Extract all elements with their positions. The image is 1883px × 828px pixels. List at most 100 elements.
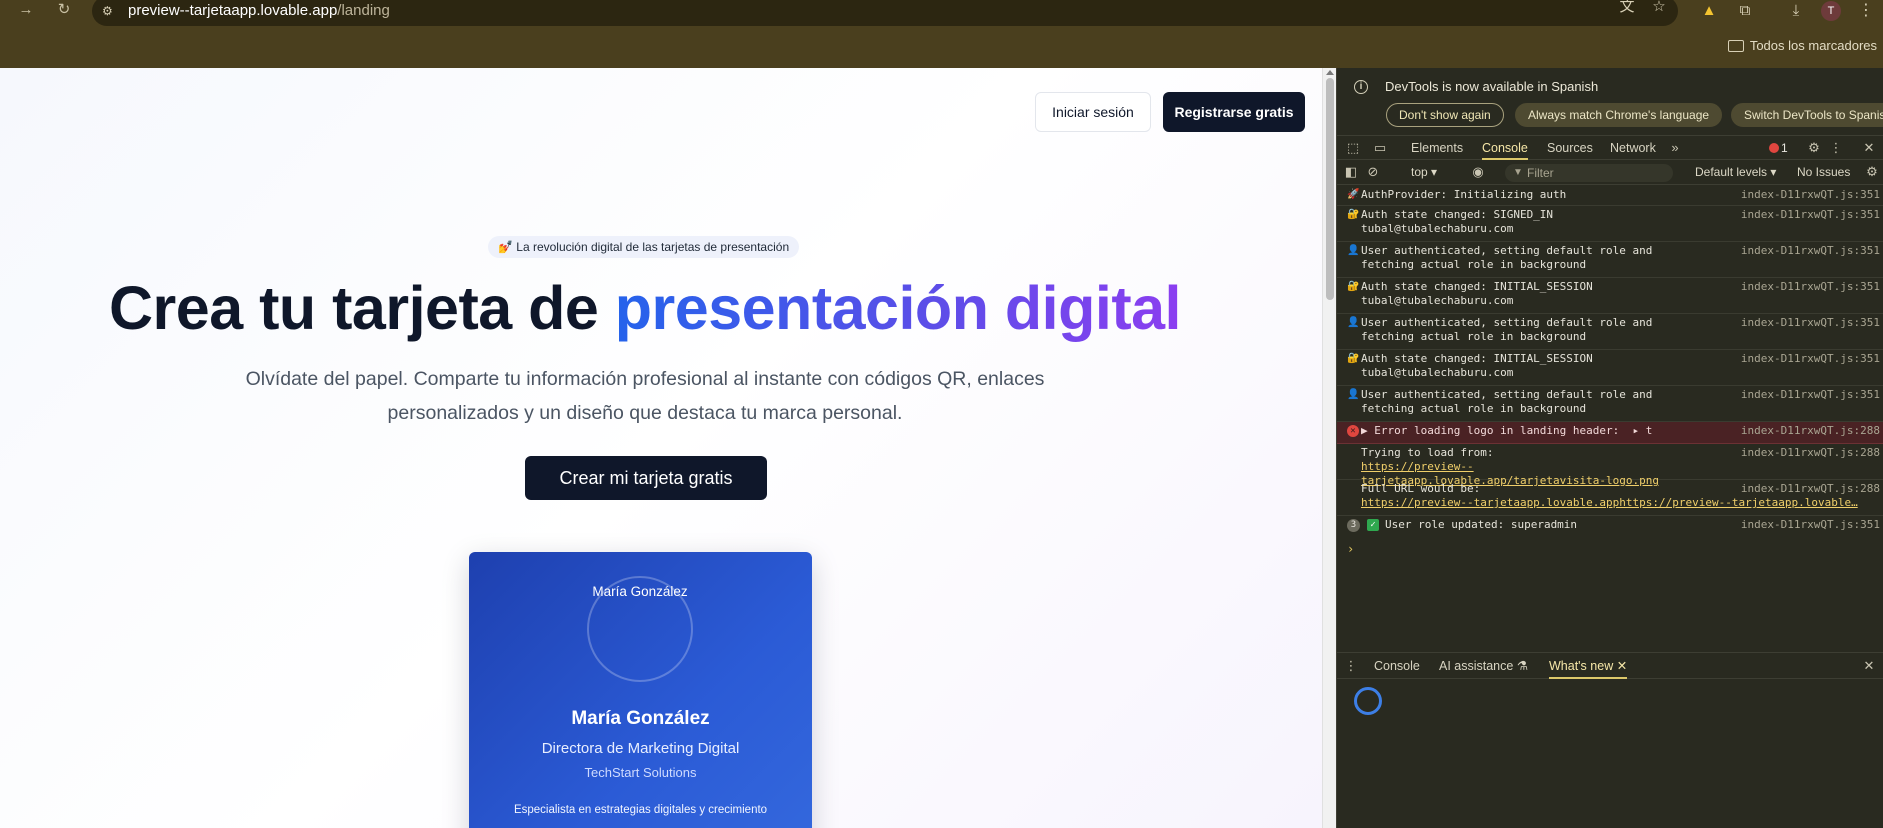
address-bar[interactable]: ⚙ preview--tarjetaapp.lovable.app/landin…: [92, 0, 1678, 26]
console-log-entry[interactable]: 🔐 Auth state changed: INITIAL_SESSION tu…: [1337, 350, 1883, 386]
console-settings-icon[interactable]: ⚙: [1864, 164, 1880, 180]
lock-icon: 🔐: [1347, 281, 1360, 292]
log-source-link[interactable]: index-D11rxwQT.js:351: [1720, 388, 1880, 402]
console-log-entry[interactable]: 👤 User authenticated, setting default ro…: [1337, 314, 1883, 350]
register-button[interactable]: Registrarse gratis: [1163, 92, 1305, 132]
hero-title-plain: Crea tu tarjeta de: [108, 274, 615, 342]
log-source-link[interactable]: index-D11rxwQT.js:288: [1720, 446, 1880, 460]
inspect-element-icon[interactable]: ⬚: [1345, 140, 1361, 156]
log-source-link[interactable]: index-D11rxwQT.js:351: [1720, 518, 1880, 532]
reload-icon[interactable]: ↻: [52, 0, 76, 22]
close-devtools-icon[interactable]: ✕: [1861, 140, 1877, 156]
switch-language-button[interactable]: Switch DevTools to Spanish: [1731, 103, 1883, 127]
log-message: User role updated: superadmin: [1385, 518, 1578, 531]
tab-sources[interactable]: Sources: [1547, 136, 1593, 160]
console-log-entry[interactable]: 🚀 AuthProvider: Initializing auth index-…: [1337, 186, 1883, 206]
translate-icon[interactable]: 文: [1616, 0, 1638, 16]
close-tab-icon[interactable]: ✕: [1617, 659, 1627, 673]
log-source-link[interactable]: index-D11rxwQT.js:288: [1720, 424, 1880, 438]
profile-avatar[interactable]: T: [1821, 1, 1841, 21]
filter-input[interactable]: ▼ Filter: [1505, 164, 1673, 182]
console-log-entry[interactable]: 👤 User authenticated, setting default ro…: [1337, 386, 1883, 422]
flask-icon: ⚗: [1516, 659, 1529, 673]
landing-page: Iniciar sesión Registrarse gratis 💅 La r…: [0, 68, 1322, 828]
tab-elements[interactable]: Elements: [1411, 136, 1463, 160]
clear-console-icon[interactable]: ⊘: [1365, 164, 1381, 180]
console-log-entry[interactable]: Full URL would be: https://preview--tarj…: [1337, 480, 1883, 516]
close-drawer-icon[interactable]: ✕: [1861, 658, 1877, 674]
error-counter[interactable]: 1: [1769, 141, 1788, 155]
console-log-entry[interactable]: Trying to load from: https://preview--ta…: [1337, 444, 1883, 487]
download-icon[interactable]: ⤓: [1785, 1, 1807, 21]
log-message: User authenticated, setting default role…: [1361, 244, 1653, 271]
match-language-button[interactable]: Always match Chrome's language: [1515, 103, 1723, 127]
devtools-menu-icon[interactable]: ⋮: [1828, 140, 1844, 156]
console-prompt[interactable]: ›: [1347, 542, 1354, 556]
error-message[interactable]: ▶ Error loading logo in landing header: …: [1361, 424, 1691, 438]
devtools-tabs: ⬚ ▭ Elements Console Sources Network » 1…: [1337, 135, 1883, 160]
hero-title: Crea tu tarjeta de presentación digital: [0, 273, 1290, 343]
console-log-entry[interactable]: 🔐 Auth state changed: SIGNED_IN tubal@tu…: [1337, 206, 1883, 242]
avatar: María González: [587, 576, 693, 682]
console-log-entry[interactable]: 👤 User authenticated, setting default ro…: [1337, 242, 1883, 278]
log-message: Auth state changed: SIGNED_IN tubal@tuba…: [1361, 208, 1554, 235]
ai-assistance-label: AI assistance: [1439, 659, 1514, 673]
dont-show-again-button[interactable]: Don't show again: [1386, 103, 1504, 127]
settings-gear-icon[interactable]: ⚙: [1806, 140, 1822, 156]
user-icon: 👤: [1347, 245, 1360, 256]
console-output: 🚀 AuthProvider: Initializing auth index-…: [1337, 186, 1883, 656]
error-x-icon: ✕: [1347, 425, 1359, 437]
levels-value: Default levels: [1695, 165, 1768, 179]
log-source-link[interactable]: index-D11rxwQT.js:351: [1720, 208, 1880, 222]
log-levels-select[interactable]: Default levels ▾: [1695, 165, 1776, 179]
log-source-link[interactable]: index-D11rxwQT.js:351: [1720, 352, 1880, 366]
log-source-link[interactable]: index-D11rxwQT.js:288: [1720, 482, 1880, 496]
issues-indicator[interactable]: No Issues: [1797, 165, 1850, 179]
context-select[interactable]: top ▾: [1411, 165, 1437, 179]
login-button[interactable]: Iniciar sesión: [1035, 92, 1151, 132]
site-settings-icon[interactable]: ⚙: [102, 4, 118, 18]
all-bookmarks[interactable]: Todos los marcadores: [1727, 38, 1877, 53]
create-card-button[interactable]: Crear mi tarjeta gratis: [525, 456, 767, 500]
console-log-entry[interactable]: 3 ✓ User role updated: superadmin index-…: [1337, 516, 1883, 536]
log-message: Auth state changed: INITIAL_SESSION tuba…: [1361, 352, 1593, 379]
log-source-link[interactable]: index-D11rxwQT.js:351: [1720, 188, 1880, 202]
drive-icon[interactable]: ▲: [1698, 1, 1720, 21]
more-tabs-icon[interactable]: »: [1667, 140, 1683, 156]
log-source-link[interactable]: index-D11rxwQT.js:351: [1720, 280, 1880, 294]
drawer-tab-console[interactable]: Console: [1374, 653, 1420, 679]
console-error-entry[interactable]: ✕ ▶ Error loading logo in landing header…: [1337, 422, 1883, 444]
page-scrollbar[interactable]: [1322, 68, 1336, 828]
card-role: Directora de Marketing Digital: [541, 740, 740, 757]
sidebar-toggle-icon[interactable]: ◧: [1343, 164, 1359, 180]
drawer-tab-whats-new[interactable]: What's new ✕: [1549, 653, 1628, 679]
drawer-tab-ai-assistance[interactable]: AI assistance ⚗: [1439, 653, 1528, 679]
tab-network[interactable]: Network: [1610, 136, 1656, 160]
repeat-count-badge: 3: [1347, 519, 1360, 532]
log-source-link[interactable]: index-D11rxwQT.js:351: [1720, 316, 1880, 330]
console-log-entry[interactable]: 🔐 Auth state changed: INITIAL_SESSION tu…: [1337, 278, 1883, 314]
tab-console[interactable]: Console: [1482, 136, 1528, 160]
back-arrow-icon[interactable]: →: [14, 0, 38, 22]
browser-chrome: → ↻ ⚙ preview--tarjetaapp.lovable.app/la…: [0, 0, 1883, 68]
log-url-link[interactable]: https://preview--tarjetaapp.lovable.apph…: [1361, 496, 1858, 509]
scroll-up-arrow-icon[interactable]: [1326, 70, 1334, 75]
scrollbar-thumb[interactable]: [1326, 78, 1334, 300]
user-icon: 👤: [1347, 317, 1360, 328]
url-text[interactable]: preview--tarjetaapp.lovable.app/landing: [128, 2, 390, 19]
whats-new-label: What's new: [1549, 659, 1614, 673]
lock-icon: 🔐: [1347, 353, 1360, 364]
drawer-menu-icon[interactable]: ⋮: [1343, 658, 1359, 674]
devtools-panel: i DevTools is now available in Spanish D…: [1336, 68, 1883, 828]
log-label: Trying to load from:: [1361, 446, 1494, 459]
log-message: AuthProvider: Initializing auth: [1361, 188, 1567, 201]
card-name: María González: [571, 708, 710, 729]
star-icon[interactable]: ☆: [1648, 0, 1670, 16]
console-toolbar: ◧ ⊘ top ▾ ◉ ▼ Filter Default levels ▾ No…: [1337, 161, 1883, 185]
extensions-icon[interactable]: ⧉: [1734, 1, 1756, 21]
device-toolbar-icon[interactable]: ▭: [1372, 140, 1388, 156]
hero-subtitle: Olvídate del papel. Comparte tu informac…: [245, 368, 1045, 424]
menu-kebab-icon[interactable]: ⋮: [1858, 0, 1874, 22]
log-source-link[interactable]: index-D11rxwQT.js:351: [1720, 244, 1880, 258]
eye-icon[interactable]: ◉: [1470, 164, 1486, 180]
